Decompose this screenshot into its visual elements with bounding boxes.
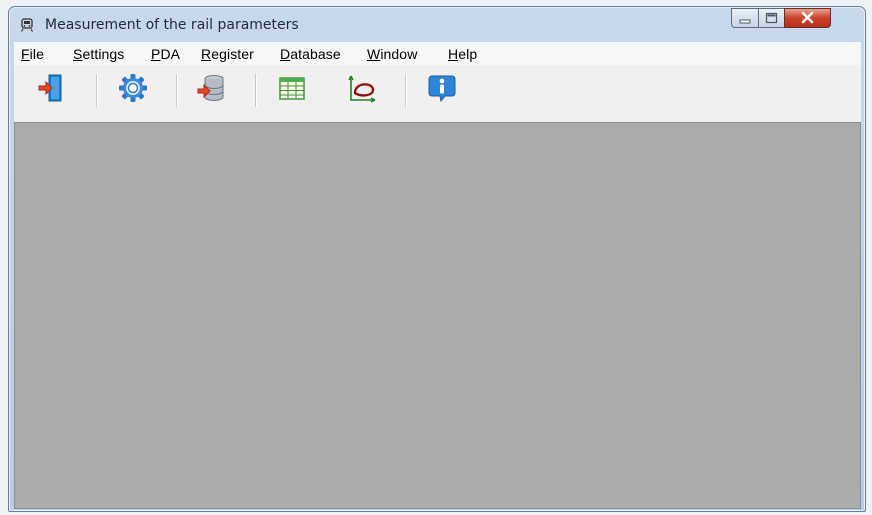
menu-pda-rest: DA (160, 46, 181, 62)
menu-help-rest: elp (458, 46, 478, 62)
menu-window-accel: W (367, 46, 381, 62)
rail-profile-button[interactable] (347, 73, 377, 103)
mdi-client-area[interactable] (14, 122, 861, 509)
main-window: Measurement of the rail parameters File … (8, 6, 866, 512)
menu-register-accel: R (201, 46, 212, 62)
minimize-icon (739, 19, 751, 24)
info-icon (428, 75, 456, 103)
maximize-button[interactable] (758, 8, 785, 28)
import-database-button[interactable] (196, 73, 226, 103)
menu-register[interactable]: Register (201, 46, 254, 62)
settings-gear-icon (119, 74, 147, 102)
menu-pda[interactable]: PDA (151, 46, 180, 62)
menu-help-accel: H (448, 46, 459, 62)
toolbar (14, 65, 861, 123)
train-app-icon (20, 18, 34, 32)
menu-bar: File Settings PDA Register Database Wind… (14, 42, 861, 65)
menu-database-accel: D (280, 46, 291, 62)
menu-register-rest: egister (211, 46, 254, 62)
menu-help[interactable]: Help (448, 46, 477, 62)
toolbar-separator (255, 74, 257, 107)
close-icon (801, 11, 814, 24)
toolbar-separator (176, 74, 178, 107)
close-button[interactable] (784, 8, 831, 28)
rail-profile-chart-icon (348, 75, 376, 103)
exit-button[interactable] (36, 73, 66, 103)
menu-settings[interactable]: Settings (73, 46, 124, 62)
table-button[interactable] (277, 73, 307, 103)
window-title: Measurement of the rail parameters (45, 17, 299, 33)
toolbar-separator (405, 74, 407, 107)
exit-door-icon (38, 74, 62, 102)
menu-file[interactable]: File (21, 46, 44, 62)
database-import-icon (197, 75, 224, 101)
menu-file-accel: F (21, 46, 30, 62)
title-bar[interactable]: Measurement of the rail parameters (9, 7, 865, 41)
table-grid-icon (279, 77, 305, 100)
menu-window[interactable]: Window (367, 46, 417, 62)
menu-settings-rest: ettings (82, 46, 125, 62)
about-button[interactable] (427, 73, 457, 103)
maximize-icon (765, 12, 778, 24)
menu-database-rest: atabase (290, 46, 341, 62)
toolbar-separator (96, 74, 98, 107)
settings-button[interactable] (118, 73, 148, 103)
minimize-button[interactable] (731, 8, 759, 28)
menu-window-rest: indow (380, 46, 418, 62)
menu-database[interactable]: Database (280, 46, 341, 62)
menu-file-rest: ile (29, 46, 44, 62)
